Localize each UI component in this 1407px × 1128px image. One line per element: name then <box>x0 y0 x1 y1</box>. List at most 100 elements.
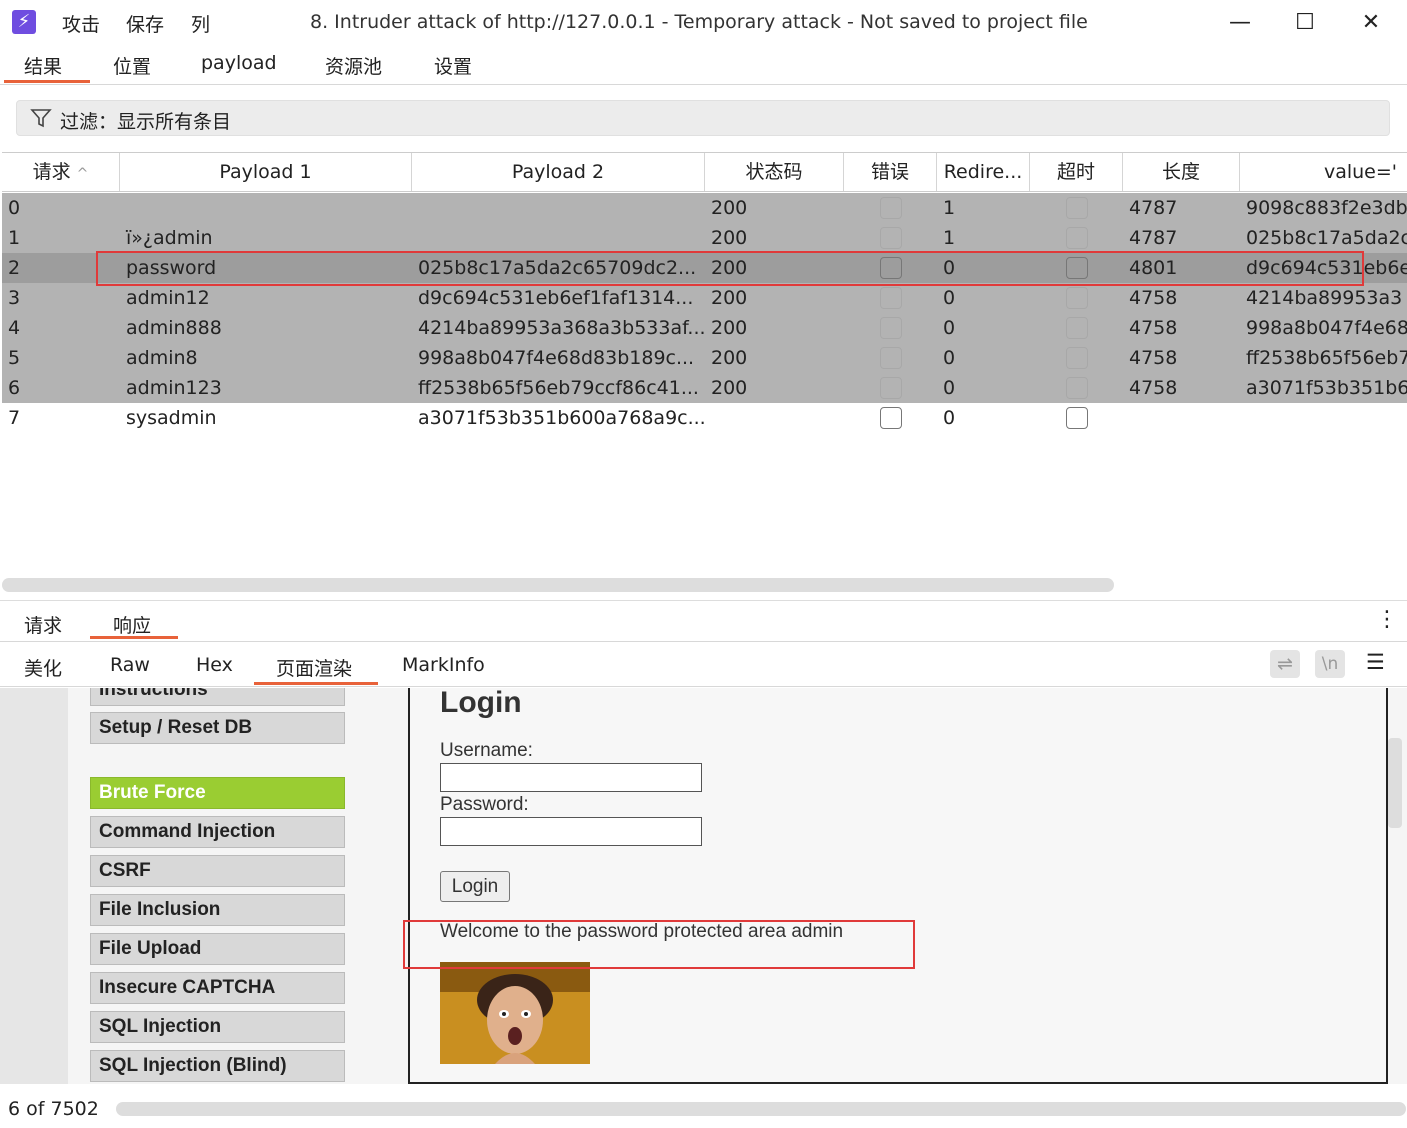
col-timeout[interactable]: 超时 <box>1030 153 1123 191</box>
cell-len: 4787 <box>1129 197 1178 219</box>
col-redirects[interactable]: Redire... <box>937 153 1030 191</box>
cell-p1: admin888 <box>126 317 222 339</box>
col-error[interactable]: 错误 <box>844 153 937 191</box>
newline-icon[interactable]: \n <box>1315 650 1345 678</box>
username-label: Username: <box>440 740 533 761</box>
username-input[interactable] <box>440 763 702 792</box>
table-horizontal-scrollbar[interactable] <box>2 578 1114 592</box>
cell-p2: ff2538b65f56eb79ccf86c41... <box>418 377 699 399</box>
error-checkbox <box>879 377 902 399</box>
results-table: 请求 ^ Payload 1 Payload 2 状态码 错误 Redire..… <box>2 152 1407 593</box>
view-tabs: 美化 Raw Hex 页面渲染 MarkInfo ⇌ \n ☰ <box>0 642 1407 687</box>
tab-response[interactable]: 响应 <box>113 611 151 638</box>
close-icon[interactable]: ✕ <box>1351 8 1391 38</box>
sort-ascending-icon: ^ <box>76 166 89 182</box>
user-photo <box>440 962 590 1064</box>
nav-file-inclusion[interactable]: File Inclusion <box>90 894 345 926</box>
menu-columns[interactable]: 列 <box>191 10 210 37</box>
nav-file-upload[interactable]: File Upload <box>90 933 345 965</box>
error-checkbox <box>879 227 902 249</box>
rendered-page: Instructions Setup / Reset DB Brute Forc… <box>0 688 1407 1084</box>
timeout-checkbox <box>1065 197 1088 219</box>
tab-payloads[interactable]: payload <box>201 52 277 74</box>
timeout-checkbox <box>1065 287 1088 309</box>
table-row[interactable]: 6 admin123 ff2538b65f56eb79ccf86c41... 200 0… <box>2 373 1407 403</box>
col-payload2[interactable]: Payload 2 <box>412 153 705 191</box>
cell-req: 3 <box>8 287 21 309</box>
nav-insecure-captcha[interactable]: Insecure CAPTCHA <box>90 972 345 1004</box>
nav-setup-reset-db[interactable]: Setup / Reset DB <box>90 712 345 744</box>
tab-results[interactable]: 结果 <box>24 52 62 79</box>
login-heading: Login <box>440 688 522 719</box>
cell-p1 <box>120 193 412 223</box>
col-request[interactable]: 请求 ^ <box>2 153 120 191</box>
nav-brute-force[interactable]: Brute Force <box>90 777 345 809</box>
table-row[interactable]: 3 admin12 d9c694c531eb6ef1faf1314... 200 0 47… <box>2 283 1407 313</box>
maximize-icon[interactable]: ☐ <box>1285 8 1325 38</box>
more-options-icon[interactable]: ⋮ <box>1376 607 1398 632</box>
cell-p1: ï»¿admin <box>126 227 213 249</box>
login-panel: Login Username: Password: Login Welcome … <box>408 688 1388 1084</box>
cell-redir: 1 <box>943 197 956 219</box>
table-header: 请求 ^ Payload 1 Payload 2 状态码 错误 Redire..… <box>2 153 1407 192</box>
cell-req: 1 <box>8 227 21 249</box>
table-row[interactable]: 7 sysadmin a3071f53b351b600a768a9c... 0 <box>2 403 1407 433</box>
nav-command-injection[interactable]: Command Injection <box>90 816 345 848</box>
error-checkbox <box>879 347 902 369</box>
minimize-icon[interactable]: — <box>1220 8 1260 38</box>
error-checkbox <box>879 317 902 339</box>
word-wrap-icon[interactable]: ⇌ <box>1270 650 1300 678</box>
render-vertical-scrollbar[interactable] <box>1388 738 1402 828</box>
cell-status <box>705 403 844 433</box>
progress-scrollbar[interactable] <box>116 1102 1406 1116</box>
tab-hex[interactable]: Hex <box>196 654 233 676</box>
tab-settings[interactable]: 设置 <box>434 52 472 79</box>
hamburger-menu-icon[interactable]: ☰ <box>1366 650 1385 674</box>
col-value[interactable]: value=' <box>1240 153 1407 191</box>
cell-redir: 0 <box>943 317 956 339</box>
col-length[interactable]: 长度 <box>1123 153 1240 191</box>
table-row[interactable]: 5 admin8 998a8b047f4e68d83b189c... 200 0 4758… <box>2 343 1407 373</box>
burp-logo-icon: ⚡ <box>12 10 36 34</box>
cell-value: 025b8c17a5da2c <box>1246 227 1407 249</box>
cell-status: 200 <box>711 227 748 249</box>
cell-len: 4787 <box>1129 227 1178 249</box>
tab-render[interactable]: 页面渲染 <box>276 654 352 681</box>
menu-attack[interactable]: 攻击 <box>62 10 100 37</box>
tab-request[interactable]: 请求 <box>24 611 62 638</box>
timeout-checkbox <box>1065 347 1088 369</box>
cell-status: 200 <box>711 347 748 369</box>
cell-value: 9098c883f2e3db <box>1246 197 1407 219</box>
tab-markinfo[interactable]: MarkInfo <box>402 654 485 676</box>
cell-value: 4214ba89953a3 <box>1246 287 1403 309</box>
col-status[interactable]: 状态码 <box>705 153 844 191</box>
timeout-checkbox <box>1065 317 1088 339</box>
nav-sql-injection[interactable]: SQL Injection <box>90 1011 345 1043</box>
login-button[interactable]: Login <box>440 871 510 902</box>
cell-p1: admin123 <box>126 377 222 399</box>
cell-status: 200 <box>711 377 748 399</box>
nav-csrf[interactable]: CSRF <box>90 855 345 887</box>
cell-redir: 0 <box>943 377 956 399</box>
tab-raw[interactable]: Raw <box>110 654 150 676</box>
cell-p2: d9c694c531eb6ef1faf1314... <box>418 287 694 309</box>
timeout-checkbox <box>1065 377 1088 399</box>
timeout-checkbox <box>1065 407 1088 429</box>
col-payload1[interactable]: Payload 1 <box>120 153 412 191</box>
cell-len <box>1123 403 1240 433</box>
nav-instructions[interactable]: Instructions <box>90 688 345 706</box>
cell-status: 200 <box>711 197 748 219</box>
table-row[interactable]: 0 200 1 4787 9098c883f2e3db <box>2 193 1407 223</box>
table-row[interactable]: 4 admin888 4214ba89953a368a3b533af... 200 0 4… <box>2 313 1407 343</box>
menu-save[interactable]: 保存 <box>126 10 164 37</box>
cell-redir: 0 <box>943 347 956 369</box>
cell-req: 7 <box>8 407 21 429</box>
cell-len: 4758 <box>1129 317 1178 339</box>
nav-sql-injection-blind[interactable]: SQL Injection (Blind) <box>90 1050 345 1082</box>
password-input[interactable] <box>440 817 702 846</box>
tab-pretty[interactable]: 美化 <box>24 654 62 681</box>
cell-req: 4 <box>8 317 21 339</box>
tab-positions[interactable]: 位置 <box>113 52 151 79</box>
tab-resource-pool[interactable]: 资源池 <box>325 52 382 79</box>
table-row[interactable]: 1 ï»¿admin 200 1 4787 025b8c17a5da2c <box>2 223 1407 253</box>
